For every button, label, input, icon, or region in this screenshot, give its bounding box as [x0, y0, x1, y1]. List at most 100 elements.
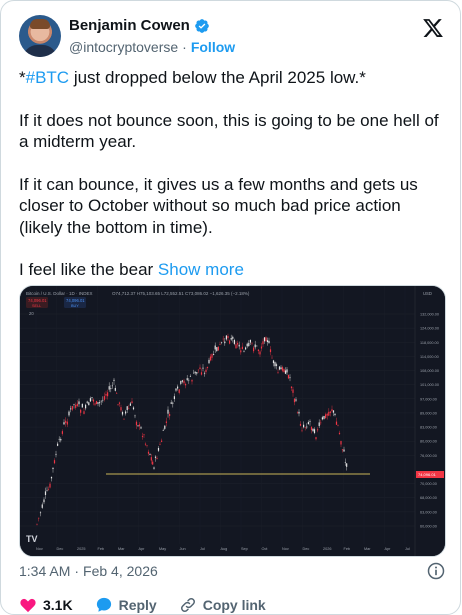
candle-body: [338, 432, 341, 435]
show-more-link[interactable]: Show more: [158, 260, 244, 279]
candle-body: [263, 337, 266, 342]
candle-body: [175, 388, 177, 391]
candle-body: [49, 483, 51, 488]
candle-body: [86, 401, 88, 403]
copy-link-button[interactable]: Copy link: [179, 596, 266, 614]
chart-image[interactable]: Bitcoin / U.S. Dollar · 1D · INDEX O74,7…: [19, 285, 446, 557]
candle-body: [307, 422, 309, 425]
candle-body: [186, 378, 188, 381]
candle-body: [269, 349, 272, 353]
x-logo-icon[interactable]: [422, 17, 444, 39]
candle-body: [216, 347, 218, 352]
candle-body: [287, 375, 290, 379]
price-axis-label: 108,000.00: [420, 369, 439, 373]
candle-body: [194, 371, 196, 374]
buy-label: BUY: [71, 304, 79, 308]
tweet-time[interactable]: 1:34 AM: [19, 563, 70, 579]
candle-body: [229, 340, 231, 344]
candle-body: [209, 356, 212, 361]
candle-body: [99, 402, 101, 404]
candle-body: [47, 489, 50, 490]
candle-body: [75, 404, 77, 408]
time-separator: ·: [74, 563, 80, 579]
time-axis-label: Feb: [344, 547, 351, 551]
candle-body: [295, 399, 297, 401]
candle-body: [277, 372, 279, 373]
author-handle-row: @intocryptoverse · Follow: [69, 39, 235, 55]
candle-body: [88, 402, 90, 406]
candle-body: [208, 359, 210, 364]
candle-body: [118, 402, 121, 404]
candle-body: [105, 393, 107, 396]
candle-body: [344, 462, 346, 463]
candle-body: [172, 402, 174, 404]
candle-body: [108, 386, 110, 390]
candle-body: [61, 431, 63, 434]
reply-label: Reply: [118, 597, 157, 613]
time-axis-label: May: [159, 547, 166, 551]
candle-body: [214, 345, 216, 350]
heart-icon: [20, 598, 36, 613]
candle-body: [193, 372, 195, 374]
author-name[interactable]: Benjamin Cowen: [69, 17, 190, 34]
candle-body: [200, 372, 203, 375]
candle-body: [233, 339, 235, 344]
candle-body: [292, 389, 294, 393]
like-button[interactable]: 3.1K: [19, 596, 73, 614]
candle-body: [266, 340, 269, 343]
reply-icon: [96, 597, 111, 612]
candle-body: [249, 339, 251, 343]
candle-body: [65, 420, 67, 423]
tweet-date[interactable]: Feb 4, 2026: [83, 563, 158, 579]
candle-body: [120, 407, 122, 411]
candle-body: [283, 369, 285, 373]
time-axis-label: Jun: [180, 547, 186, 551]
info-icon[interactable]: [426, 561, 446, 581]
author-handle[interactable]: @intocryptoverse: [69, 39, 178, 55]
candle-body: [309, 421, 311, 422]
text-para-4: I feel like the bear: [19, 260, 158, 279]
candle-body: [94, 403, 96, 405]
price-axis-label: 80,000.00: [420, 440, 437, 444]
candle-body: [274, 362, 276, 367]
candle-body: [161, 440, 163, 442]
candle-body: [335, 421, 338, 425]
candle-body: [89, 398, 91, 402]
candle-body: [241, 346, 243, 350]
candle-body: [257, 349, 259, 351]
candle-body: [52, 467, 54, 469]
price-axis-label: 76,000.00: [420, 454, 437, 458]
candle-body: [280, 367, 282, 370]
candle-body: [38, 517, 40, 519]
candle-body: [167, 409, 169, 414]
candle-body: [272, 360, 275, 364]
candle-body: [313, 429, 316, 434]
candle-body: [128, 408, 130, 410]
candle-body: [318, 422, 320, 427]
candle-body: [222, 338, 224, 340]
candle-body: [152, 461, 154, 465]
reply-button[interactable]: Reply: [95, 596, 157, 614]
price-axis-label: 101,000.00: [420, 383, 439, 387]
candle-body: [268, 340, 270, 344]
time-axis-label: Apr: [139, 547, 146, 551]
price-axis-label: 132,000.00: [420, 313, 439, 317]
tradingview-logo: TV: [26, 534, 38, 544]
follow-button[interactable]: Follow: [191, 39, 235, 55]
candle-body: [132, 407, 135, 410]
candle-body: [299, 423, 302, 426]
price-axis-label: 89,000.00: [420, 411, 437, 415]
candle-body: [83, 411, 85, 414]
candle-body: [196, 372, 198, 374]
candle-body: [114, 388, 116, 391]
candle-body: [58, 438, 60, 440]
candle-body: [149, 453, 151, 455]
hashtag-btc[interactable]: #BTC: [26, 68, 69, 87]
time-axis-label: Dec: [57, 547, 64, 551]
candle-body: [331, 409, 333, 412]
avatar[interactable]: [19, 15, 61, 57]
time-axis-label: 2025: [77, 547, 85, 551]
candle-body: [235, 344, 237, 349]
candle-body: [315, 437, 317, 440]
candle-body: [183, 380, 185, 384]
